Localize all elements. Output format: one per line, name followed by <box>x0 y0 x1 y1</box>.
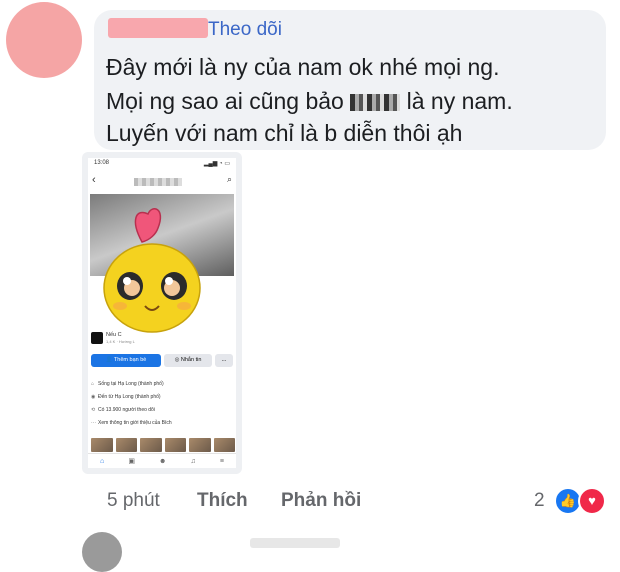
comment-line-1: Đây mới là ny của nam ok nhé mọi ng. <box>106 54 500 80</box>
info-text: Xem thông tin giới thiệu của Bích <box>98 420 172 426</box>
pixelated-name <box>350 94 401 111</box>
notifications-icon: ♫ <box>190 457 196 465</box>
followers-icon: ⟲ <box>91 407 96 413</box>
photo-thumb <box>140 438 162 452</box>
search-icon: ⌕ <box>226 174 232 184</box>
add-friend-button[interactable]: 👤 Thêm bạn bè <box>91 354 161 367</box>
like-button[interactable]: Thích <box>197 490 248 512</box>
info-followers: ⟲ Có 13.900 người theo dõi <box>91 407 155 413</box>
bottom-nav: ⌂ ▣ ☻ ♫ ≡ <box>88 453 236 468</box>
photo-strip <box>91 438 235 452</box>
status-icons: ▂▄▆ ◔ ▭ <box>203 161 230 167</box>
page-logo-icon <box>91 332 103 344</box>
page-name: Nếu C <box>106 332 122 338</box>
info-lives-in: ⌂ Sống tại Hạ Long (thành phố) <box>91 381 164 387</box>
video-icon: ▣ <box>128 458 135 465</box>
next-comment-name-redacted <box>250 538 340 548</box>
more-button[interactable]: ... <box>215 354 233 367</box>
location-icon: ◉ <box>91 394 96 400</box>
page-subtitle: 1,4 K · Hướng L <box>106 339 135 344</box>
commenter-name-redacted[interactable] <box>108 18 208 38</box>
attached-screenshot[interactable]: 13:08 ▂▄▆ ◔ ▭ ‹ ⌕ Nếu C 1,4 K · Hướng L … <box>82 152 242 474</box>
commenter-avatar[interactable] <box>6 2 82 78</box>
reply-button[interactable]: Phản hồi <box>281 490 361 512</box>
photo-thumb <box>164 438 186 452</box>
comment-line-3: Luyến với nam chỉ là b diễn thôi ạh <box>106 120 463 146</box>
profile-icon: ☻ <box>159 457 167 465</box>
comment-line-2: Mọi ng sao ai cũng bảo là ny nam. <box>106 88 513 115</box>
message-label: Nhắn tin <box>180 357 202 363</box>
emoji-sticker-overlay <box>103 208 201 333</box>
info-see-more: ··· Xem thông tin giới thiệu của Bích <box>91 420 172 426</box>
profile-title-redacted <box>134 178 182 186</box>
comment-bubble: Theo dõi Đây mới là ny của nam ok nhé mọ… <box>94 10 606 150</box>
more-info-icon: ··· <box>91 420 96 426</box>
message-button[interactable]: ◎ Nhắn tin <box>164 354 212 367</box>
reaction-count[interactable]: 2 <box>534 490 545 512</box>
info-text: Có 13.900 người theo dõi <box>98 407 155 413</box>
love-reaction-icon: ♥ <box>578 487 606 515</box>
photo-thumb <box>115 438 137 452</box>
comment-time: 5 phút <box>107 490 160 511</box>
comment-line-2-end: là ny nam. <box>406 88 513 114</box>
photo-thumb <box>91 438 113 452</box>
home-icon: ⌂ <box>100 457 105 465</box>
add-friend-label: Thêm bạn bè <box>113 357 147 363</box>
photo-thumb <box>189 438 211 452</box>
add-friend-icon: 👤 <box>105 357 114 363</box>
comment-line-2-start: Mọi ng sao ai cũng bảo <box>106 88 344 114</box>
next-comment-avatar[interactable] <box>82 532 122 572</box>
back-icon: ‹ <box>92 174 96 186</box>
follow-link[interactable]: Theo dõi <box>208 19 282 41</box>
info-text: Đến từ Hạ Long (thành phố) <box>98 394 161 400</box>
home-icon: ⌂ <box>91 381 95 387</box>
info-text: Sống tại Hạ Long (thành phố) <box>98 381 164 387</box>
profile-screen: 13:08 ▂▄▆ ◔ ▭ ‹ ⌕ Nếu C 1,4 K · Hướng L … <box>88 158 236 468</box>
info-from: ◉ Đến từ Hạ Long (thành phố) <box>91 394 161 400</box>
menu-icon: ≡ <box>219 457 224 465</box>
status-time: 13:08 <box>94 160 110 166</box>
photo-thumb <box>213 438 235 452</box>
